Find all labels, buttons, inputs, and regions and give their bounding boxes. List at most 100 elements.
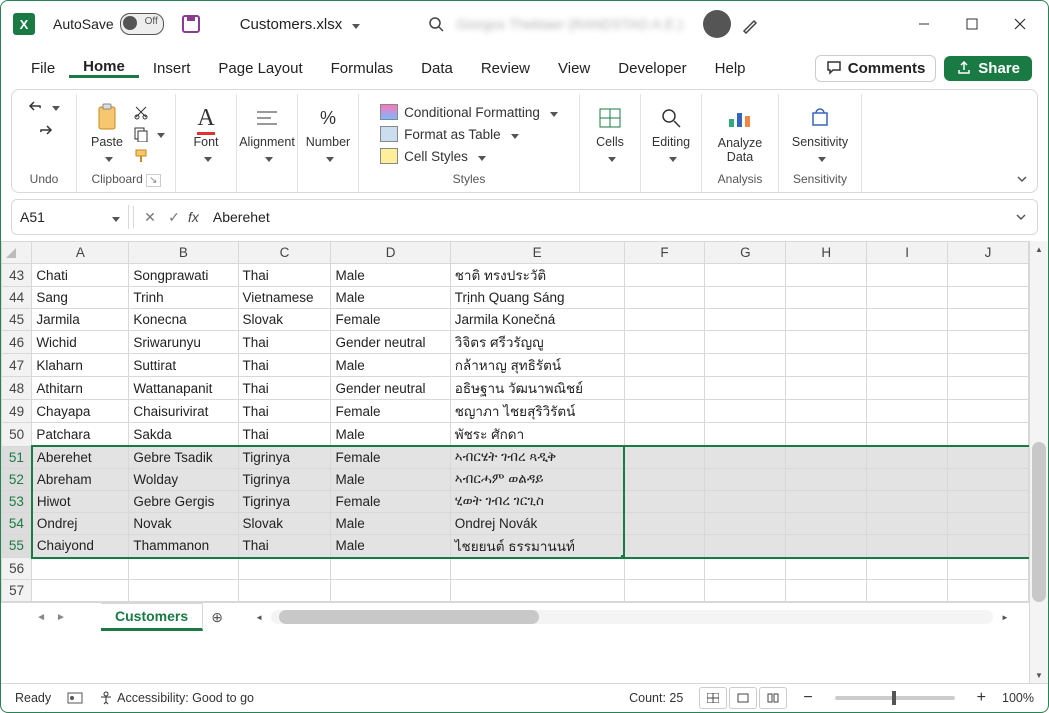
cell[interactable] [624,400,705,423]
cell[interactable] [624,534,705,558]
cell[interactable] [867,490,948,512]
filename[interactable]: Customers.xlsx [240,16,361,33]
cell[interactable] [786,354,867,377]
sheet-tab-customers[interactable]: Customers [101,603,203,631]
table-row[interactable]: 49ChayapaChaisuriviratThaiFemaleชญาภา ไช… [2,400,1029,423]
cell[interactable]: Athitarn [32,377,129,400]
cell[interactable] [705,490,786,512]
cell[interactable] [705,512,786,534]
cell[interactable] [948,490,1029,512]
cell[interactable] [786,534,867,558]
cell[interactable]: Jarmila [32,309,129,331]
scroll-up-icon[interactable]: ▲ [1030,241,1048,257]
column-header-F[interactable]: F [624,242,705,264]
column-header-D[interactable]: D [331,242,450,264]
row-header-43[interactable]: 43 [2,264,32,287]
paste-button[interactable]: Paste [87,103,127,165]
tab-view[interactable]: View [544,60,604,77]
cell[interactable] [948,580,1029,602]
cell[interactable] [705,264,786,287]
cell[interactable]: Ondrej Novák [450,512,624,534]
save-button[interactable] [178,11,204,37]
cell[interactable] [948,423,1029,447]
conditional-formatting-button[interactable]: Conditional Formatting [380,104,558,120]
minimize-button[interactable] [900,2,948,46]
macro-recorder-icon[interactable] [67,691,83,705]
cell[interactable] [786,512,867,534]
cell[interactable] [624,331,705,354]
column-header-J[interactable]: J [948,242,1029,264]
cell[interactable] [948,309,1029,331]
cell[interactable]: ኣብርሄት ገብረ ጻዲቅ [450,446,624,468]
search-icon[interactable] [426,14,446,34]
fx-icon[interactable]: fx [188,209,199,225]
cell[interactable]: Female [331,446,450,468]
cell[interactable]: Wattanapanit [129,377,238,400]
tab-developer[interactable]: Developer [604,60,700,77]
cells-dropdown[interactable]: Cells [590,103,630,165]
enter-formula-button[interactable]: ✓ [162,205,186,229]
cell[interactable]: Sriwarunyu [129,331,238,354]
cell[interactable] [786,287,867,309]
cell[interactable]: Thai [238,264,331,287]
accessibility-status[interactable]: Accessibility: Good to go [99,691,254,705]
table-row[interactable]: 53HiwotGebre GergisTigrinyaFemaleሂወት ገብረ… [2,490,1029,512]
fill-handle[interactable] [621,555,624,558]
row-header-57[interactable]: 57 [2,580,32,602]
format-painter-button[interactable] [133,148,165,164]
cell[interactable] [32,558,129,580]
cell[interactable]: Sakda [129,423,238,447]
cell[interactable] [705,354,786,377]
cell-styles-button[interactable]: Cell Styles [380,148,558,164]
cell[interactable]: กล้าหาญ สุทธิรัตน์ [450,354,624,377]
cell[interactable] [948,446,1029,468]
tab-data[interactable]: Data [407,60,467,77]
cell[interactable]: Trịnh Quang Sáng [450,287,624,309]
cell[interactable] [450,558,624,580]
scroll-right-icon[interactable]: ► [997,613,1013,622]
row-header-46[interactable]: 46 [2,331,32,354]
cell[interactable] [867,580,948,602]
editing-dropdown[interactable]: Editing [651,103,691,165]
row-header-52[interactable]: 52 [2,468,32,490]
cell[interactable] [786,468,867,490]
cell[interactable]: ሂወት ገብረ ገርጊስ [450,490,624,512]
cell[interactable] [705,400,786,423]
row-header-44[interactable]: 44 [2,287,32,309]
cell[interactable] [705,580,786,602]
cell[interactable] [786,264,867,287]
cell[interactable] [331,580,450,602]
cell[interactable] [238,580,331,602]
number-dropdown[interactable]: % Number [308,103,348,165]
cell[interactable]: Abreham [32,468,129,490]
cell[interactable] [786,446,867,468]
cell[interactable]: Wolday [129,468,238,490]
format-as-table-button[interactable]: Format as Table [380,126,558,142]
cell[interactable]: Patchara [32,423,129,447]
cell[interactable] [331,558,450,580]
cell[interactable] [624,446,705,468]
tab-file[interactable]: File [17,60,69,77]
cell[interactable] [867,377,948,400]
cell[interactable]: ไชยยนต์ ธรรมานนท์ [450,534,624,558]
cell[interactable]: ኣብርሓም ወልዳይ [450,468,624,490]
cell[interactable]: Male [331,423,450,447]
cell[interactable]: Jarmila Konečná [450,309,624,331]
column-header-B[interactable]: B [129,242,238,264]
select-all-corner[interactable] [2,242,32,264]
cell[interactable] [705,377,786,400]
tab-review[interactable]: Review [467,60,544,77]
cell[interactable] [624,490,705,512]
font-dropdown[interactable]: A Font [186,103,226,165]
cell[interactable] [867,331,948,354]
table-row[interactable]: 48AthitarnWattanapanitThaiGender neutral… [2,377,1029,400]
cell[interactable] [948,512,1029,534]
cell[interactable]: Thai [238,331,331,354]
column-header-A[interactable]: A [32,242,129,264]
cell[interactable]: Male [331,512,450,534]
cell[interactable] [786,331,867,354]
row-header-56[interactable]: 56 [2,558,32,580]
formula-input[interactable]: Aberehet [205,209,1009,225]
cell[interactable]: Trinh [129,287,238,309]
cell[interactable]: Tigrinya [238,468,331,490]
